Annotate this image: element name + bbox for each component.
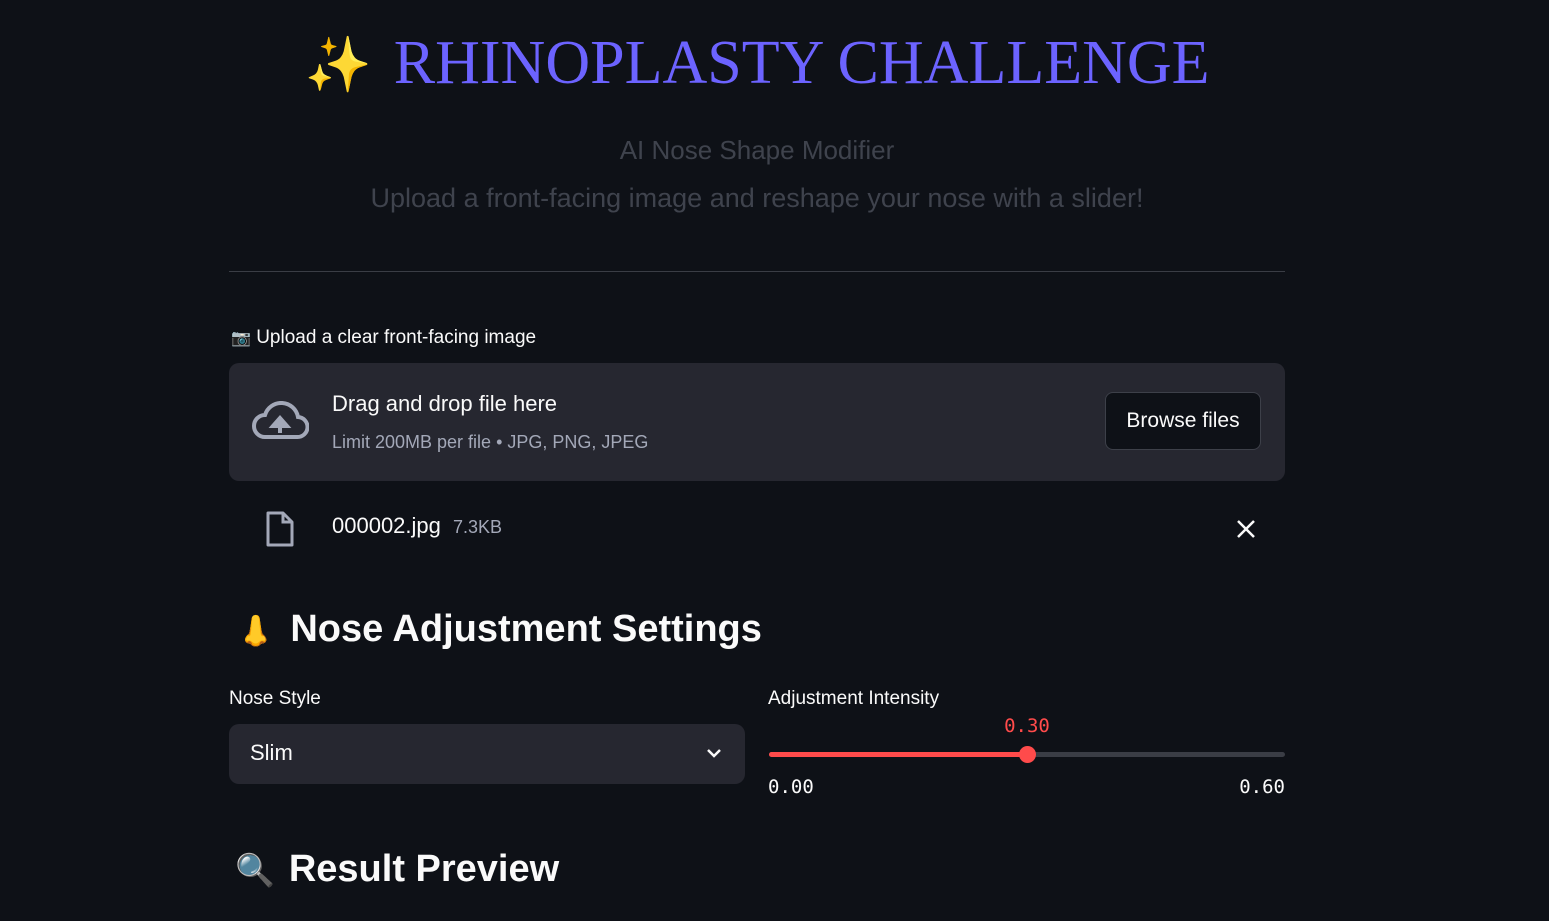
limit-text: Limit 200MB per file • JPG, PNG, JPEG: [332, 432, 649, 452]
tagline: Upload a front-facing image and reshape …: [370, 183, 1144, 213]
divider: [229, 271, 1285, 272]
nose-style-value: Slim: [250, 740, 293, 765]
file-name: 000002.jpg: [332, 513, 441, 538]
slider-value: 0.30: [1004, 715, 1050, 737]
drop-text: Drag and drop file here: [332, 391, 558, 416]
intensity-slider[interactable]: 0.30: [769, 715, 1285, 770]
slider-min: 0.00: [768, 776, 814, 798]
close-icon[interactable]: [1236, 519, 1256, 539]
chevron-down-icon: [707, 749, 721, 758]
slider-fill: [769, 752, 1027, 757]
magnifier-icon: 🔍: [235, 852, 275, 888]
uploader-label: 📷 Upload a clear front-facing image: [231, 327, 536, 349]
file-dropzone[interactable]: Drag and drop file here Limit 200MB per …: [229, 363, 1285, 481]
sparkles-icon: ✨: [304, 35, 372, 95]
uploaded-file-item: 000002.jpg 7.3KB: [229, 505, 1285, 553]
result-heading-text: Result Preview: [288, 848, 560, 890]
nose-style-label: Nose Style: [229, 688, 321, 709]
page-title: ✨ RHINOPLASTY CHALLENGE: [229, 28, 1285, 99]
file-icon: [266, 511, 294, 547]
intensity-label: Adjustment Intensity: [768, 688, 940, 709]
file-size: 7.3KB: [453, 517, 503, 537]
slider-max: 0.60: [1239, 776, 1285, 798]
cloud-upload-icon: [252, 401, 309, 439]
nose-style-select[interactable]: Slim: [229, 724, 745, 784]
result-heading: 🔍 Result Preview: [235, 848, 559, 891]
subtitle: AI Nose Shape Modifier: [619, 135, 895, 165]
camera-icon: 📷: [231, 330, 251, 347]
settings-heading: 👃 Nose Adjustment Settings: [237, 608, 762, 651]
settings-heading-text: Nose Adjustment Settings: [290, 608, 762, 650]
nose-icon: 👃: [237, 615, 275, 648]
title-text: RHINOPLASTY CHALLENGE: [393, 29, 1210, 97]
slider-thumb[interactable]: [1019, 746, 1036, 763]
uploader-label-text: Upload a clear front-facing image: [256, 327, 537, 348]
browse-files-button[interactable]: Browse files: [1105, 392, 1261, 450]
